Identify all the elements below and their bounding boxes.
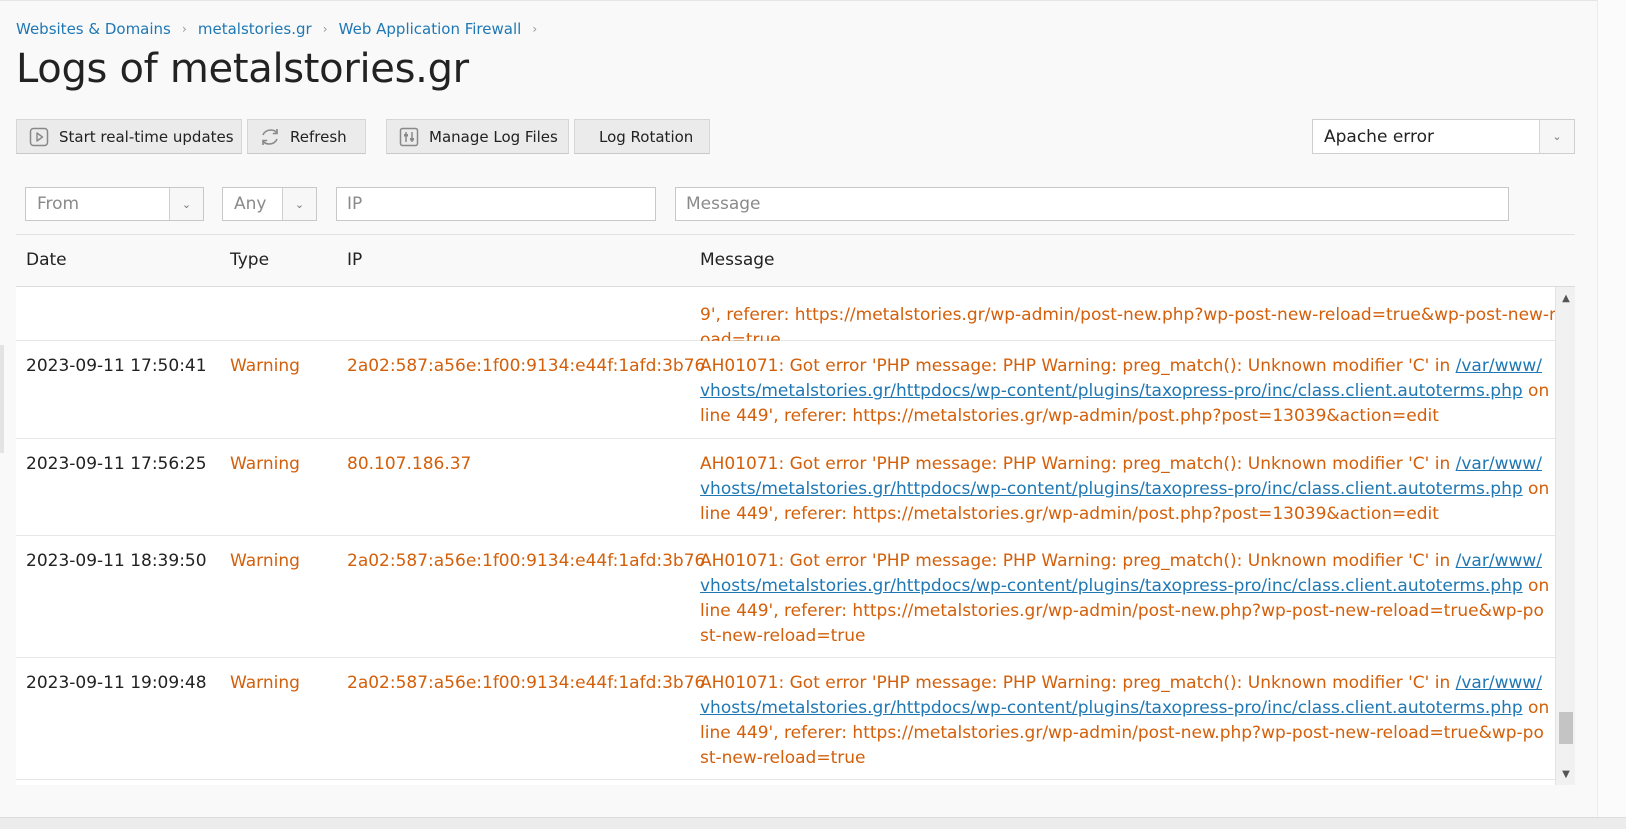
date-cell: 2023-09-11 17:50:41 [26, 356, 207, 376]
table-row: 2023-09-11 18:39:50 Warning 2a02:587:a56… [16, 536, 1555, 658]
date-from-placeholder: From [37, 194, 80, 214]
date-from-select[interactable]: From ⌄ [25, 187, 204, 221]
column-header-message[interactable]: Message [700, 250, 775, 270]
sliders-icon [399, 127, 419, 147]
type-filter-select[interactable]: Any ⌄ [222, 187, 317, 221]
log-rotation-label: Log Rotation [599, 127, 694, 146]
breadcrumb-domain[interactable]: metalstories.gr [198, 20, 312, 38]
chevron-down-icon: ⌄ [1539, 120, 1574, 153]
filter-row: From ⌄ Any ⌄ [16, 170, 1575, 235]
chevron-right-icon: › [181, 22, 187, 36]
message-text: AH01071: Got error 'PHP message: PHP War… [700, 551, 1456, 571]
table-row: 2023-09-11 19:09:48 Warning 2a02:587:a56… [16, 658, 1555, 780]
ip-cell: 2a02:587:a56e:1f00:9134:e44f:1afd:3b76 [347, 356, 706, 376]
message-text: AH01071: Got error 'PHP message: PHP War… [700, 356, 1456, 376]
message-cell: AH01071: Got error 'PHP message: PHP War… [700, 549, 1550, 649]
start-realtime-updates-button[interactable]: Start real-time updates [16, 119, 242, 154]
start-realtime-updates-label: Start real-time updates [59, 127, 234, 146]
play-box-icon [29, 127, 49, 147]
refresh-arrows-icon [260, 127, 280, 147]
message-cell: AH01071: Got error 'PHP message: PHP War… [700, 354, 1550, 429]
manage-log-files-label: Manage Log Files [429, 127, 558, 146]
right-gutter [1597, 0, 1626, 829]
message-line: 9', referer: https://metalstories.gr/wp-… [700, 305, 1571, 325]
column-header-date[interactable]: Date [26, 250, 67, 270]
breadcrumb-waf[interactable]: Web Application Firewall [339, 20, 522, 38]
table-row: 2023-09-11 17:50:41 Warning 2a02:587:a56… [16, 341, 1555, 439]
table-row: 9', referer: https://metalstories.gr/wp-… [16, 287, 1571, 350]
top-border [0, 0, 1626, 1]
log-type-value: Apache error [1324, 126, 1434, 147]
type-cell: Warning [230, 673, 300, 693]
refresh-button[interactable]: Refresh [247, 119, 366, 154]
message-filter-input[interactable] [675, 187, 1509, 221]
chevron-right-icon: › [532, 22, 538, 36]
breadcrumb: Websites & Domains › metalstories.gr › W… [16, 19, 548, 39]
message-text: AH01071: Got error 'PHP message: PHP War… [700, 454, 1456, 474]
page-title: Logs of metalstories.gr [16, 46, 469, 92]
log-type-select[interactable]: Apache error ⌄ [1312, 119, 1575, 154]
table-scrollbar[interactable]: ▲ ▼ [1555, 287, 1575, 785]
date-cell: 2023-09-11 18:39:50 [26, 551, 207, 571]
ip-cell: 2a02:587:a56e:1f00:9134:e44f:1afd:3b76 [347, 673, 706, 693]
scrollbar-thumb[interactable] [1559, 712, 1573, 744]
breadcrumb-websites-domains[interactable]: Websites & Domains [16, 20, 171, 38]
table-row: 2023-09-11 17:56:25 Warning 80.107.186.3… [16, 439, 1555, 536]
message-cell: AH01071: Got error 'PHP message: PHP War… [700, 452, 1550, 527]
column-header-ip[interactable]: IP [347, 250, 362, 270]
chevron-right-icon: › [322, 22, 328, 36]
triangle-down-icon[interactable]: ▼ [1556, 765, 1575, 783]
sidebar-collapse-handle[interactable] [0, 345, 4, 453]
refresh-label: Refresh [290, 127, 347, 146]
triangle-up-icon[interactable]: ▲ [1556, 289, 1575, 307]
message-text: AH01071: Got error 'PHP message: PHP War… [700, 673, 1456, 693]
chevron-down-icon: ⌄ [282, 188, 316, 220]
message-cell: AH01071: Got error 'PHP message: PHP War… [700, 671, 1550, 771]
ip-filter-input[interactable] [336, 187, 656, 221]
type-cell: Warning [230, 551, 300, 571]
table-header: Date Type IP Message [16, 236, 1575, 287]
date-cell: 2023-09-11 17:56:25 [26, 454, 207, 474]
bottom-border [0, 817, 1626, 829]
date-cell: 2023-09-11 19:09:48 [26, 673, 207, 693]
type-cell: Warning [230, 356, 300, 376]
log-table-body: 9', referer: https://metalstories.gr/wp-… [16, 287, 1575, 785]
manage-log-files-button[interactable]: Manage Log Files [386, 119, 569, 154]
type-filter-placeholder: Any [234, 194, 267, 214]
ip-cell: 2a02:587:a56e:1f00:9134:e44f:1afd:3b76 [347, 551, 706, 571]
type-cell: Warning [230, 454, 300, 474]
log-rotation-button[interactable]: Log Rotation [574, 119, 710, 154]
column-header-type[interactable]: Type [230, 250, 269, 270]
chevron-down-icon: ⌄ [169, 188, 203, 220]
ip-cell: 80.107.186.37 [347, 454, 472, 474]
